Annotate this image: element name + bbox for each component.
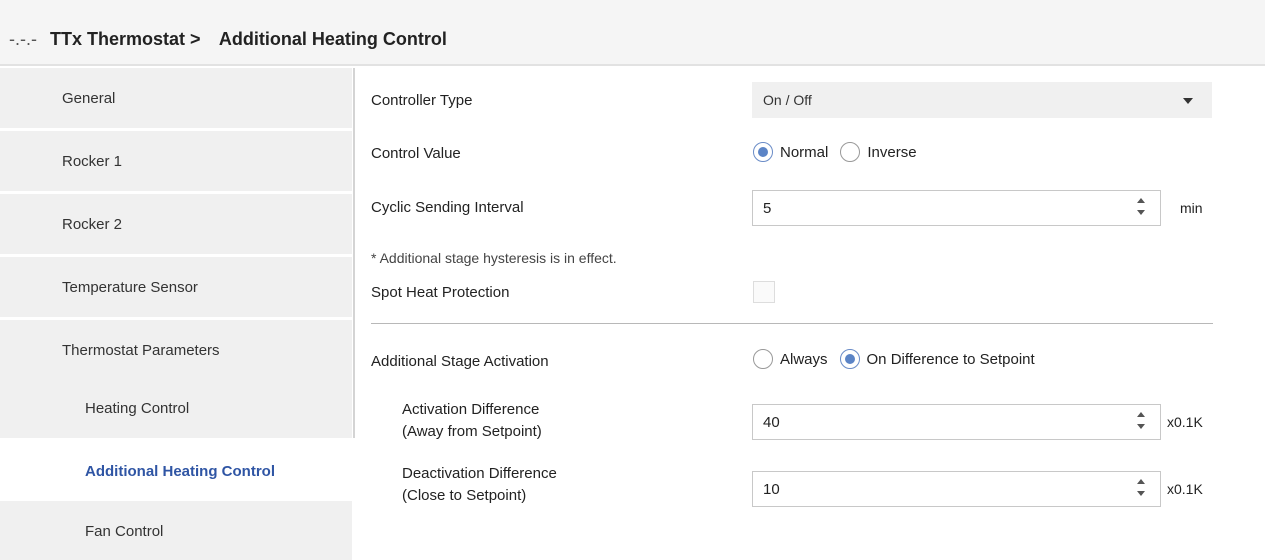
sidebar-item-label: Temperature Sensor [62, 278, 198, 296]
radio-option-on-difference[interactable]: On Difference to Setpoint [839, 349, 1035, 369]
stage-activation-label: Additional Stage Activation [371, 353, 549, 370]
sidebar-item-fan-control[interactable]: Fan Control [0, 501, 352, 560]
activation-diff-value: 40 [763, 414, 780, 431]
sidebar: General Rocker 1 Rocker 2 Temperature Se… [0, 68, 353, 560]
header-bar: -.-.- TTx Thermostat > Additional Heatin… [0, 0, 1265, 66]
spinner-arrows-icon[interactable] [1136, 479, 1146, 499]
activation-diff-spinbox[interactable]: 40 [752, 404, 1161, 440]
controller-type-select[interactable]: On / Off [752, 82, 1212, 118]
chevron-down-icon [1183, 98, 1193, 104]
control-value-label: Control Value [371, 145, 461, 162]
sidebar-item-heating-control[interactable]: Heating Control [0, 378, 352, 440]
radio-unselected-icon[interactable] [840, 142, 861, 162]
spinner-arrows-icon[interactable] [1136, 412, 1146, 432]
radio-label: Normal [780, 143, 829, 161]
sidebar-item-additional-heating-control[interactable]: Additional Heating Control [0, 441, 352, 503]
cyclic-interval-spinbox[interactable]: 5 [752, 190, 1161, 226]
cyclic-interval-unit: min [1180, 200, 1203, 216]
spot-heat-label: Spot Heat Protection [371, 284, 510, 301]
activation-diff-label: Activation Difference [402, 401, 540, 418]
radio-label: Inverse [867, 143, 917, 161]
sidebar-item-general[interactable]: General [0, 68, 352, 130]
activation-diff-sublabel: (Away from Setpoint) [402, 423, 542, 440]
controller-type-label: Controller Type [371, 92, 473, 109]
activation-diff-unit: x0.1K [1167, 414, 1203, 430]
section-divider [371, 323, 1213, 324]
stage-activation-radio-group: Always On Difference to Setpoint [753, 349, 1047, 369]
sidebar-item-label: Fan Control [85, 522, 164, 540]
radio-selected-icon[interactable] [839, 349, 860, 369]
spinner-arrows-icon[interactable] [1136, 198, 1146, 218]
sidebar-item-thermostat-parameters[interactable]: Thermostat Parameters [0, 320, 352, 382]
sidebar-item-label: Heating Control [85, 399, 190, 417]
radio-selected-icon[interactable] [753, 142, 773, 162]
deactivation-diff-sublabel: (Close to Setpoint) [402, 487, 527, 504]
sidebar-item-label: Rocker 2 [62, 215, 123, 233]
panel-separator [353, 68, 355, 438]
sidebar-item-label: Rocker 1 [62, 152, 123, 170]
radio-label: Always [780, 350, 828, 368]
deactivation-diff-spinbox[interactable]: 10 [752, 471, 1161, 507]
deactivation-diff-value: 10 [763, 481, 780, 498]
deactivation-diff-label: Deactivation Difference [402, 465, 557, 482]
radio-label: On Difference to Setpoint [866, 350, 1035, 368]
cyclic-interval-value: 5 [763, 200, 772, 217]
radio-option-normal[interactable]: Normal [753, 142, 828, 162]
spot-heat-checkbox[interactable] [753, 281, 775, 303]
sidebar-item-label: Thermostat Parameters [62, 341, 220, 359]
page-title: Additional Heating Control [218, 29, 447, 49]
sidebar-item-label: Additional Heating Control [85, 462, 275, 480]
sidebar-item-rocker-1[interactable]: Rocker 1 [0, 131, 352, 193]
cyclic-interval-label: Cyclic Sending Interval [371, 199, 524, 216]
radio-option-inverse[interactable]: Inverse [840, 142, 917, 162]
sidebar-item-rocker-2[interactable]: Rocker 2 [0, 194, 352, 256]
breadcrumb: -.-.- TTx Thermostat > Additional Heatin… [9, 29, 447, 50]
hysteresis-note: * Additional stage hysteresis is in effe… [371, 250, 617, 266]
sidebar-item-label: General [62, 89, 116, 107]
breadcrumb-parent[interactable]: TTx Thermostat > [50, 29, 201, 49]
breadcrumb-dots: -.-.- [9, 29, 37, 49]
control-value-radio-group: Normal Inverse [753, 142, 929, 162]
controller-type-value: On / Off [763, 92, 812, 108]
sidebar-item-temperature-sensor[interactable]: Temperature Sensor [0, 257, 352, 319]
radio-unselected-icon[interactable] [753, 349, 773, 369]
radio-option-always[interactable]: Always [753, 349, 828, 369]
deactivation-diff-unit: x0.1K [1167, 481, 1203, 497]
